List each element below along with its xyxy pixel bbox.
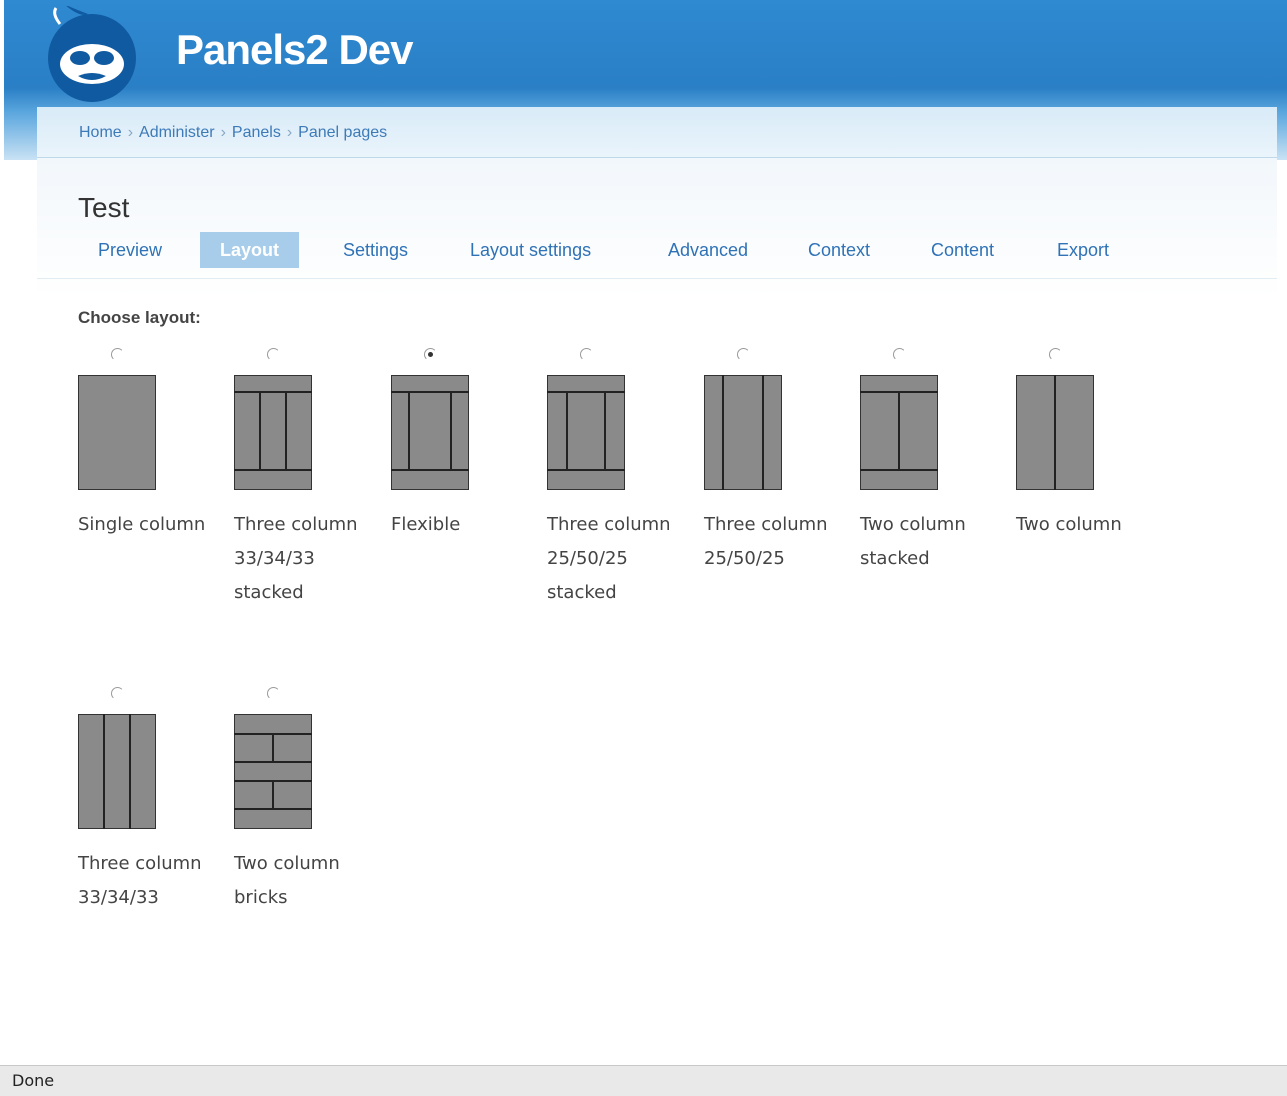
breadcrumb: Home › Administer › Panels › Panel pages — [79, 124, 387, 142]
breadcrumb-bar: Home › Administer › Panels › Panel pages — [37, 107, 1277, 158]
two-column-icon[interactable] — [1016, 375, 1094, 491]
layout-radio[interactable] — [111, 687, 124, 700]
tab-layout[interactable]: Layout — [200, 232, 300, 268]
layout-radio[interactable] — [1049, 348, 1062, 361]
tab-layout-settings[interactable]: Layout settings — [450, 232, 611, 268]
layout-label: Three column 33/34/33 — [78, 853, 202, 908]
breadcrumb-panels[interactable]: Panels — [232, 124, 281, 141]
three-column-33-34-33-icon[interactable] — [78, 714, 156, 830]
layout-label: Three column 33/34/33 stacked — [234, 514, 358, 603]
tab-content[interactable]: Content — [911, 232, 1014, 268]
content-panel — [37, 158, 1277, 1065]
layout-label: Single column — [78, 514, 206, 535]
layout-radio[interactable] — [267, 348, 280, 361]
tab-context[interactable]: Context — [788, 232, 890, 268]
layout-label: Flexible — [391, 514, 461, 535]
three-column-33-34-33-stacked-icon[interactable] — [234, 375, 312, 491]
tab-export[interactable]: Export — [1037, 232, 1129, 268]
layout-label: Three column 25/50/25 stacked — [547, 514, 671, 603]
layout-radio[interactable] — [111, 348, 124, 361]
breadcrumb-home[interactable]: Home — [79, 124, 122, 141]
layout-label: Two column — [1016, 514, 1122, 535]
two-column-bricks-icon[interactable] — [234, 714, 312, 830]
layout-label: Two column stacked — [860, 514, 966, 569]
status-text: Done — [12, 1071, 55, 1090]
site-name[interactable]: Panels2 Dev — [176, 26, 413, 74]
three-column-25-50-25-icon[interactable] — [704, 375, 782, 491]
browser-status-bar: Done — [0, 1065, 1287, 1096]
layout-radio[interactable] — [737, 348, 750, 361]
drupal-logo-icon[interactable] — [42, 6, 142, 102]
layout-label: Two column bricks — [234, 853, 340, 908]
breadcrumb-separator: › — [286, 124, 293, 141]
tab-settings[interactable]: Settings — [323, 232, 428, 268]
page-title: Test — [78, 192, 130, 223]
layout-radio[interactable] — [580, 348, 593, 361]
flexible-icon[interactable] — [391, 375, 469, 491]
layout-label: Three column 25/50/25 — [704, 514, 828, 569]
breadcrumb-panel-pages[interactable]: Panel pages — [298, 124, 387, 141]
layout-radio[interactable] — [267, 687, 280, 700]
breadcrumb-separator: › — [220, 124, 226, 141]
breadcrumb-separator: › — [127, 124, 134, 141]
breadcrumb-administer[interactable]: Administer — [139, 124, 215, 141]
layout-radio[interactable] — [893, 348, 906, 361]
two-column-stacked-icon[interactable] — [860, 375, 938, 491]
tab-advanced[interactable]: Advanced — [648, 232, 768, 268]
three-column-25-50-25-stacked-icon[interactable] — [547, 375, 625, 491]
tab-preview[interactable]: Preview — [78, 232, 182, 268]
layout-radio[interactable] — [424, 348, 437, 361]
choose-layout-label: Choose layout: — [78, 308, 201, 327]
single-column-icon[interactable] — [78, 375, 156, 491]
tab-divider — [37, 278, 1277, 279]
